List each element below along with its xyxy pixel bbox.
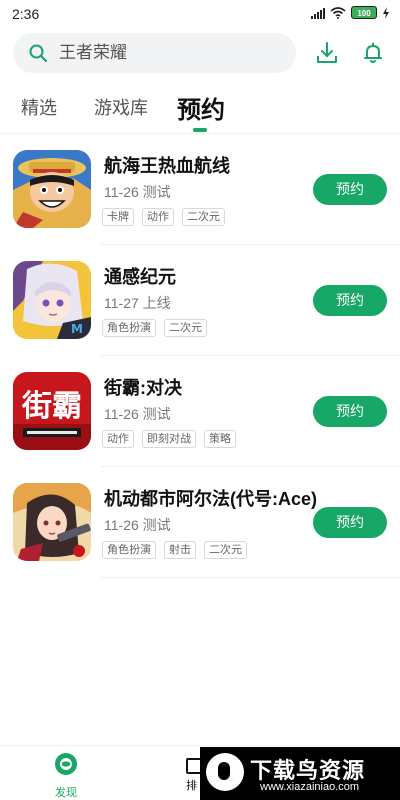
list-item[interactable]: 机动都市阿尔法(代号:Ace) 11-26 测试 角色扮演 射击 二次元 预约 <box>0 467 400 578</box>
bell-icon[interactable] <box>361 41 385 65</box>
tag: 二次元 <box>204 541 247 559</box>
list-item[interactable]: M 通感纪元 11-27 上线 角色扮演 二次元 预约 <box>0 245 400 356</box>
game-icon <box>13 483 91 561</box>
status-time: 2:36 <box>12 6 40 22</box>
game-icon: M <box>13 261 91 339</box>
svg-text:M: M <box>71 322 83 336</box>
game-tags: 角色扮演 二次元 <box>102 319 207 337</box>
top-tabs: 精选 游戏库 预约 <box>0 86 400 132</box>
tab-featured[interactable]: 精选 <box>21 94 57 120</box>
game-date: 11-27 上线 <box>104 295 171 311</box>
tag: 射击 <box>164 541 196 559</box>
watermark-logo <box>206 753 244 791</box>
tag: 动作 <box>142 208 174 226</box>
tag: 即刻对战 <box>142 430 196 448</box>
search-input[interactable]: 王者荣耀 <box>13 33 296 73</box>
game-icon-text: 街霸 <box>21 389 82 424</box>
game-tags: 动作 即刻对战 策略 <box>102 430 236 448</box>
game-title: 机动都市阿尔法(代号:Ace) <box>104 489 318 509</box>
reserve-button[interactable]: 预约 <box>313 285 387 316</box>
game-title: 通感纪元 <box>104 267 176 287</box>
tag: 卡牌 <box>102 208 134 226</box>
download-icon[interactable] <box>315 41 339 65</box>
nav-discover[interactable]: 发现 <box>38 752 94 800</box>
tag: 二次元 <box>164 319 207 337</box>
reserve-button[interactable]: 预约 <box>313 507 387 538</box>
tab-game-library[interactable]: 游戏库 <box>94 94 148 120</box>
tag: 角色扮演 <box>102 541 156 559</box>
tag: 动作 <box>102 430 134 448</box>
list-item[interactable]: 街霸 街霸:对决 11-26 测试 动作 即刻对战 策略 预约 <box>0 356 400 467</box>
game-icon: 街霸 <box>13 372 91 450</box>
game-list: 航海王热血航线 11-26 测试 卡牌 动作 二次元 预约 M 通感纪元 11-… <box>0 134 400 578</box>
game-title: 街霸:对决 <box>104 378 182 398</box>
tag: 策略 <box>204 430 236 448</box>
status-bar: 2:36 100 <box>0 0 400 28</box>
game-title: 航海王热血航线 <box>104 156 230 176</box>
game-date: 11-26 测试 <box>104 184 171 200</box>
nav-discover-label: 发现 <box>55 787 77 799</box>
tag: 角色扮演 <box>102 319 156 337</box>
signal-icon <box>311 7 325 19</box>
active-tab-indicator <box>193 128 207 132</box>
watermark-url: www.xiazainiao.com <box>260 781 360 793</box>
wifi-icon <box>330 6 346 19</box>
battery-icon: 100 <box>351 6 377 19</box>
discover-icon <box>55 753 77 775</box>
game-icon <box>13 150 91 228</box>
tab-reservation[interactable]: 预约 <box>177 90 225 125</box>
watermark: 下载鸟资源 www.xiazainiao.com <box>200 747 400 800</box>
reserve-button[interactable]: 预约 <box>313 396 387 427</box>
status-icons: 100 <box>311 6 390 19</box>
game-date: 11-26 测试 <box>104 406 171 422</box>
charging-icon <box>383 6 389 19</box>
search-icon <box>29 44 48 63</box>
tag: 二次元 <box>182 208 225 226</box>
game-tags: 卡牌 动作 二次元 <box>102 208 225 226</box>
search-text: 王者荣耀 <box>59 43 127 62</box>
reserve-button[interactable]: 预约 <box>313 174 387 205</box>
game-tags: 角色扮演 射击 二次元 <box>102 541 247 559</box>
game-date: 11-26 测试 <box>104 517 171 533</box>
list-item[interactable]: 航海王热血航线 11-26 测试 卡牌 动作 二次元 预约 <box>0 134 400 245</box>
